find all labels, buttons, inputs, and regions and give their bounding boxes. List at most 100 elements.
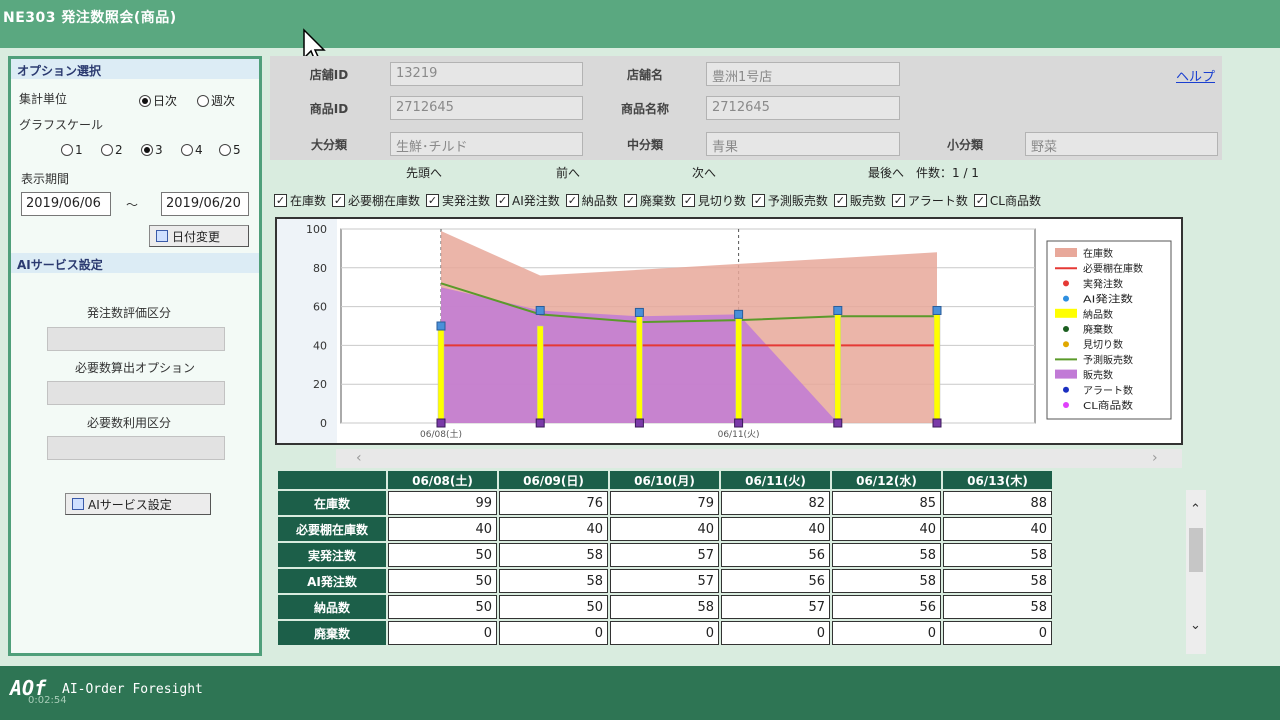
- checkbox-check-icon[interactable]: ✓: [274, 193, 287, 207]
- series-checkbox[interactable]: ✓ 廃棄数: [623, 191, 676, 209]
- checkbox-check-icon[interactable]: ✓: [565, 193, 579, 207]
- table-cell[interactable]: 58: [832, 569, 941, 593]
- scroll-down-icon[interactable]: ⌄: [1190, 618, 1201, 633]
- series-checkbox[interactable]: ✓ 予測販売数: [751, 191, 828, 209]
- required-calc-field[interactable]: [47, 381, 225, 405]
- series-checkbox[interactable]: ✓ 納品数: [565, 191, 618, 209]
- table-cell[interactable]: 0: [721, 621, 830, 645]
- table-cell[interactable]: 58: [499, 543, 608, 567]
- series-checkbox[interactable]: ✓ AI発注数: [496, 191, 560, 209]
- checkbox-check-icon[interactable]: ✓: [681, 193, 695, 207]
- series-checkbox[interactable]: ✓ 在庫数: [274, 191, 326, 209]
- chart-horizontal-scrollbar[interactable]: ‹ ›: [336, 449, 1182, 468]
- date-change-button[interactable]: 日付変更: [149, 225, 249, 247]
- radio-weekly[interactable]: 週次: [197, 92, 235, 109]
- radio-scale-1-dot[interactable]: [61, 144, 73, 156]
- table-cell[interactable]: 76: [499, 491, 608, 515]
- radio-scale-2[interactable]: 2: [101, 143, 123, 157]
- scroll-left-icon[interactable]: ‹: [356, 450, 362, 466]
- checkbox-check-icon[interactable]: ✓: [891, 193, 905, 207]
- table-cell[interactable]: 40: [388, 517, 497, 541]
- radio-scale-3-dot[interactable]: [141, 144, 153, 156]
- radio-scale-5[interactable]: 5: [219, 143, 241, 157]
- series-checkbox[interactable]: ✓ 必要棚在庫数: [332, 191, 420, 209]
- table-cell[interactable]: 56: [832, 595, 941, 619]
- table-cell[interactable]: 0: [832, 621, 941, 645]
- date-to-input[interactable]: 2019/06/20: [161, 192, 249, 216]
- table-cell[interactable]: 88: [943, 491, 1052, 515]
- product-name-field[interactable]: 2712645: [706, 96, 900, 120]
- table-cell[interactable]: 0: [388, 621, 497, 645]
- checkbox-check-icon[interactable]: ✓: [973, 193, 987, 207]
- checkbox-check-icon[interactable]: ✓: [623, 193, 637, 207]
- nav-first-link[interactable]: 先頭へ: [406, 164, 442, 181]
- scroll-right-icon[interactable]: ›: [1152, 450, 1158, 466]
- radio-scale-3[interactable]: 3: [141, 143, 163, 157]
- store-id-field[interactable]: 13219: [390, 62, 583, 86]
- order-eval-field[interactable]: [47, 327, 225, 351]
- table-vertical-scrollbar[interactable]: ⌃ ⌄: [1186, 490, 1206, 654]
- mid-category-field[interactable]: 青果: [706, 132, 900, 156]
- table-cell[interactable]: 57: [721, 595, 830, 619]
- small-category-field[interactable]: 野菜: [1025, 132, 1218, 156]
- table-cell[interactable]: 58: [832, 543, 941, 567]
- table-cell[interactable]: 50: [388, 569, 497, 593]
- table-cell[interactable]: 50: [388, 595, 497, 619]
- checkbox-check-icon[interactable]: ✓: [426, 193, 440, 207]
- product-id-field[interactable]: 2712645: [390, 96, 583, 120]
- radio-scale-4[interactable]: 4: [181, 143, 203, 157]
- store-name-field[interactable]: 豊洲1号店: [706, 62, 900, 86]
- scroll-thumb[interactable]: [1189, 528, 1203, 572]
- table-cell[interactable]: 82: [721, 491, 830, 515]
- table-corner: [278, 471, 386, 489]
- table-cell[interactable]: 58: [943, 543, 1052, 567]
- nav-next-link[interactable]: 次へ: [692, 164, 716, 181]
- radio-daily[interactable]: 日次: [139, 92, 177, 109]
- table-cell[interactable]: 40: [832, 517, 941, 541]
- table-cell[interactable]: 56: [721, 569, 830, 593]
- checkbox-check-icon[interactable]: ✓: [751, 193, 765, 207]
- table-cell[interactable]: 40: [610, 517, 719, 541]
- table-cell[interactable]: 79: [610, 491, 719, 515]
- checkbox-check-icon[interactable]: ✓: [332, 193, 346, 207]
- table-cell[interactable]: 58: [943, 595, 1052, 619]
- table-cell[interactable]: 40: [721, 517, 830, 541]
- table-cell[interactable]: 57: [610, 543, 719, 567]
- nav-prev-link[interactable]: 前へ: [556, 164, 580, 181]
- large-category-field[interactable]: 生鮮･チルド: [390, 132, 583, 156]
- table-cell[interactable]: 58: [943, 569, 1052, 593]
- series-checkbox[interactable]: ✓ 販売数: [833, 191, 886, 209]
- table-cell[interactable]: 85: [832, 491, 941, 515]
- nav-last-link[interactable]: 最後へ: [868, 164, 904, 181]
- table-cell[interactable]: 50: [499, 595, 608, 619]
- series-checkbox[interactable]: ✓ 実発注数: [426, 191, 490, 209]
- table-cell[interactable]: 40: [499, 517, 608, 541]
- series-checkbox[interactable]: ✓ CL商品数: [973, 191, 1041, 209]
- table-cell[interactable]: 58: [610, 595, 719, 619]
- date-from-input[interactable]: 2019/06/06: [21, 192, 111, 216]
- table-cell[interactable]: 56: [721, 543, 830, 567]
- table-cell[interactable]: 57: [610, 569, 719, 593]
- table-cell[interactable]: 0: [610, 621, 719, 645]
- table-cell[interactable]: 99: [388, 491, 497, 515]
- radio-daily-dot[interactable]: [139, 94, 151, 107]
- radio-scale-1[interactable]: 1: [61, 143, 83, 157]
- scroll-up-icon[interactable]: ⌃: [1190, 502, 1201, 517]
- table-cell[interactable]: 0: [943, 621, 1052, 645]
- checkbox-check-icon[interactable]: ✓: [496, 193, 510, 207]
- help-link[interactable]: ヘルプ: [1176, 66, 1215, 85]
- table-cell[interactable]: 58: [499, 569, 608, 593]
- radio-weekly-dot[interactable]: [197, 94, 209, 107]
- alert-marker: [634, 418, 644, 428]
- required-use-field[interactable]: [47, 436, 225, 460]
- series-checkbox[interactable]: ✓ アラート数: [891, 191, 968, 209]
- radio-scale-4-dot[interactable]: [181, 144, 193, 156]
- table-cell[interactable]: 50: [388, 543, 497, 567]
- radio-scale-5-dot[interactable]: [219, 144, 231, 156]
- ai-settings-button[interactable]: AIサービス設定: [65, 493, 211, 515]
- checkbox-check-icon[interactable]: ✓: [833, 193, 847, 207]
- table-cell[interactable]: 0: [499, 621, 608, 645]
- radio-scale-2-dot[interactable]: [101, 144, 113, 156]
- series-checkbox[interactable]: ✓ 見切り数: [681, 191, 746, 209]
- table-cell[interactable]: 40: [943, 517, 1052, 541]
